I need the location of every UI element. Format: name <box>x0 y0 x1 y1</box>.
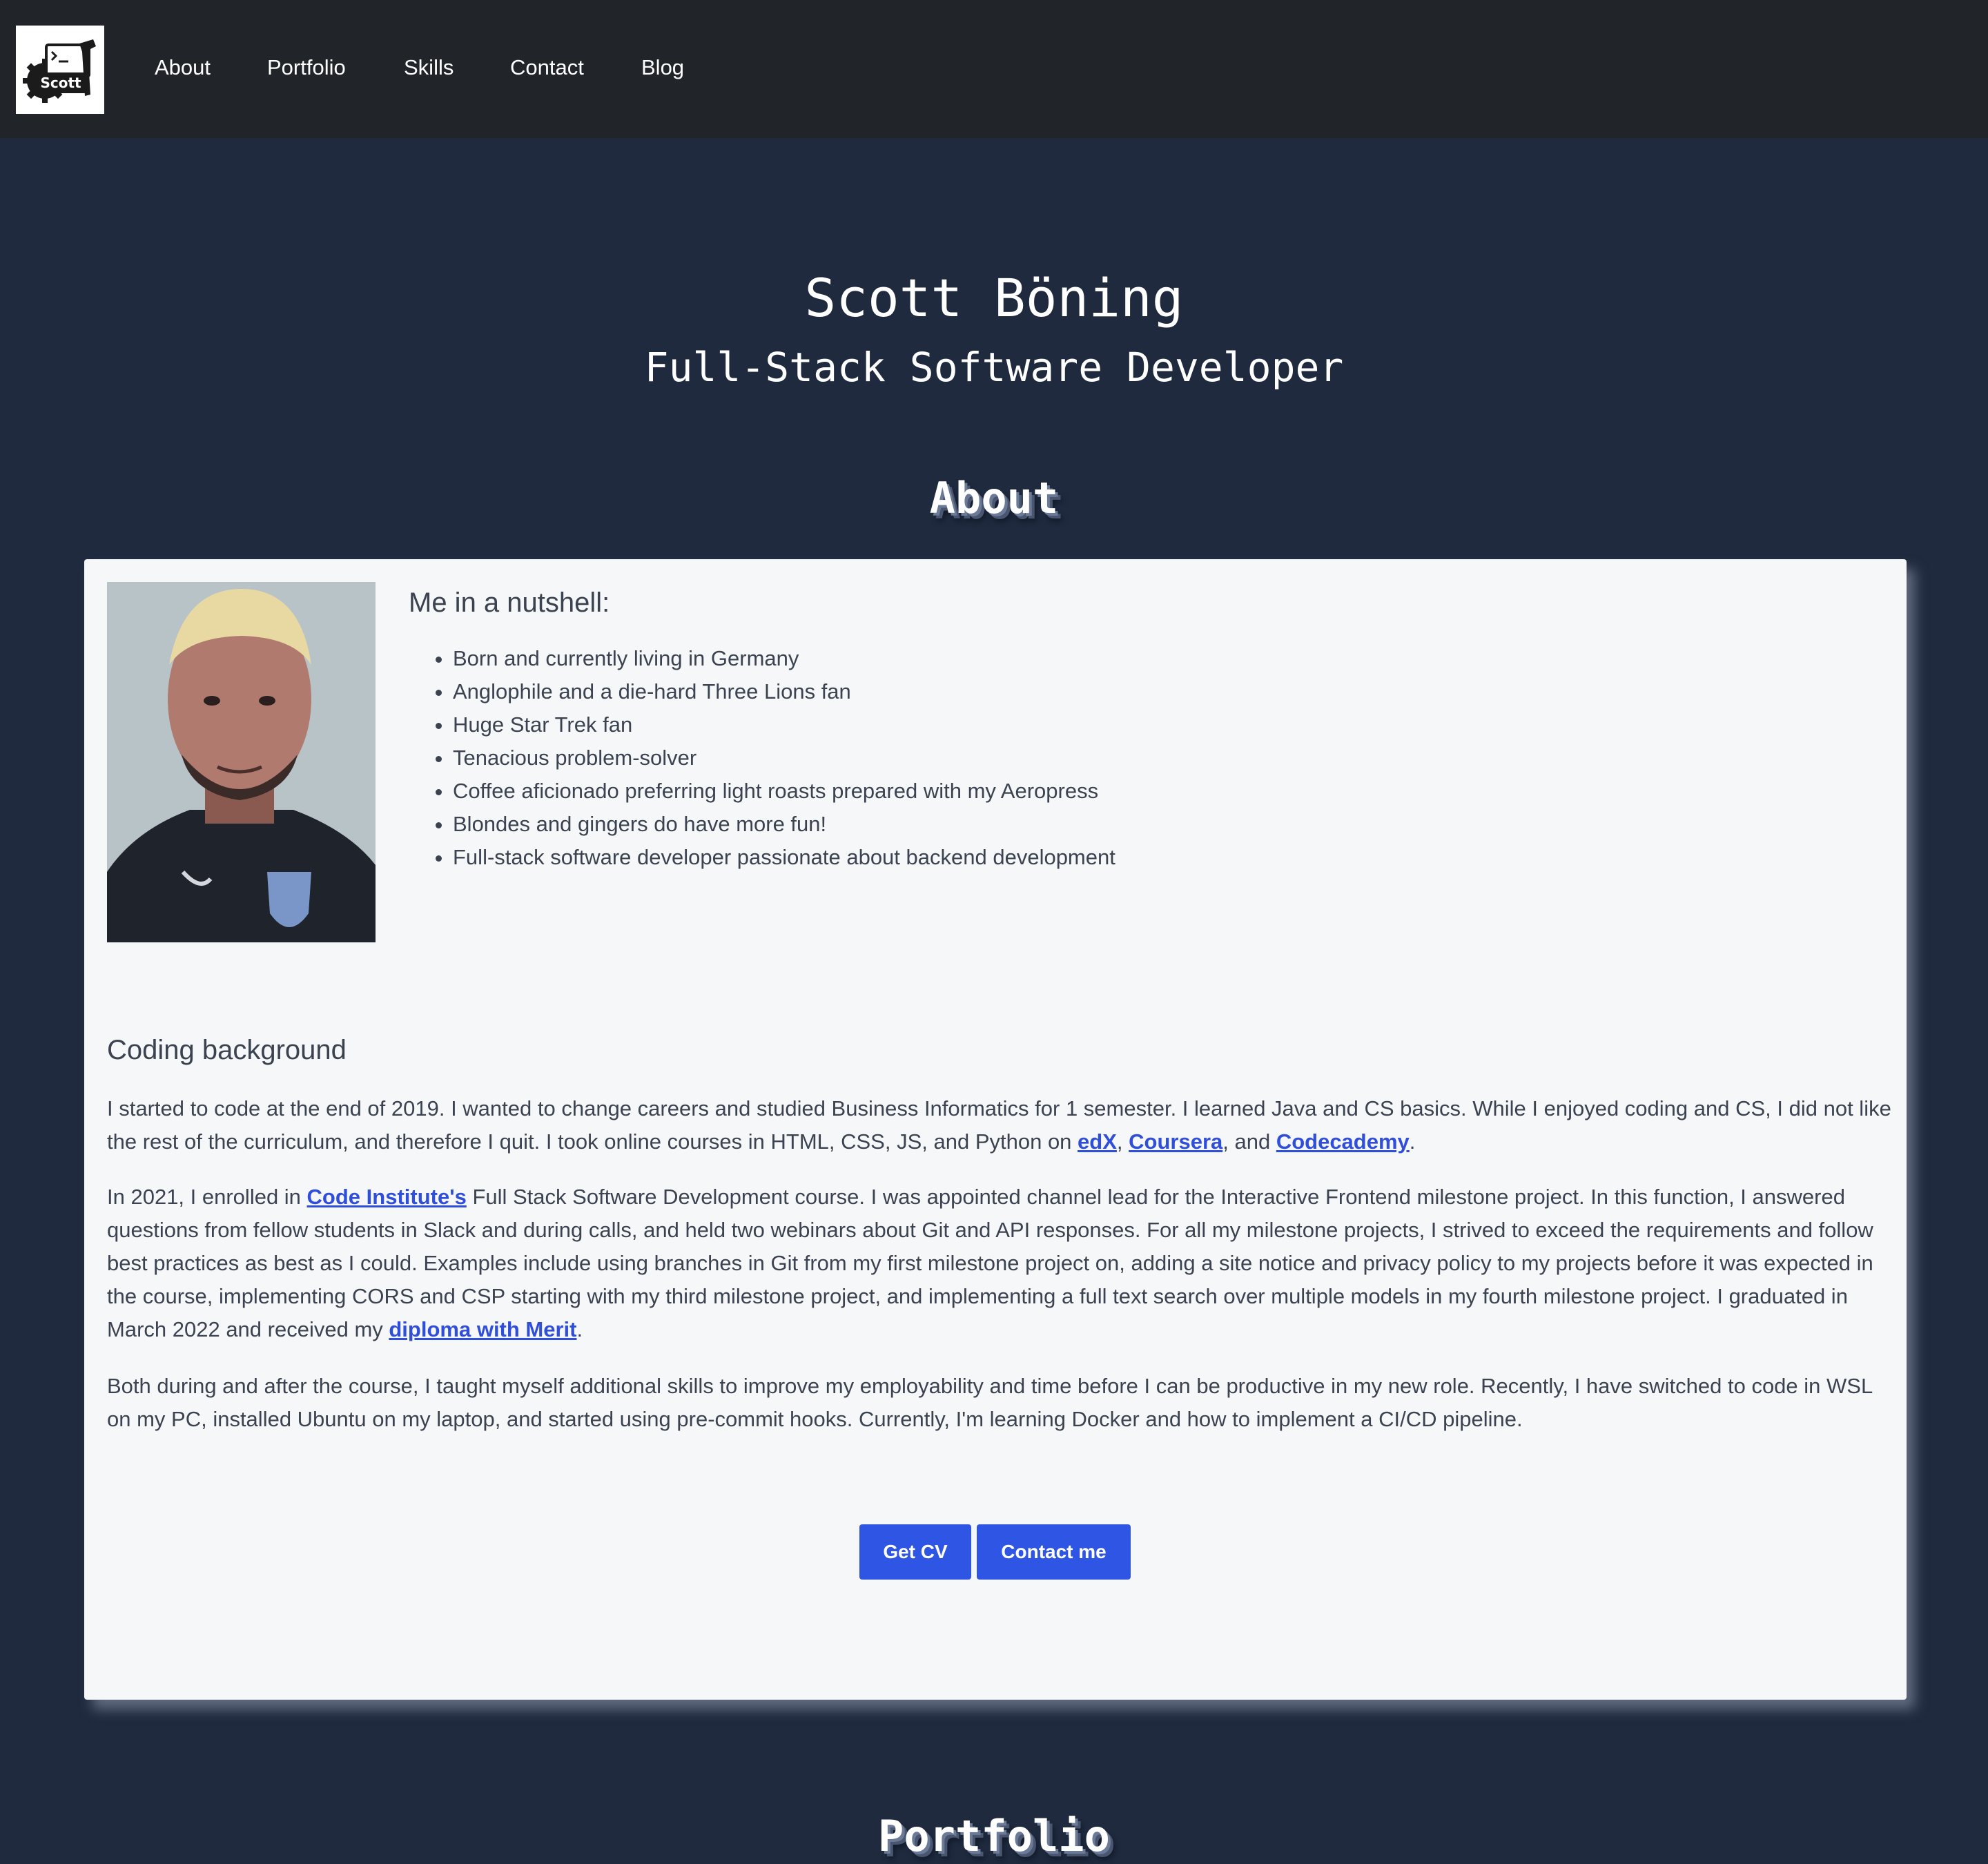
diploma-link[interactable]: diploma with Merit <box>389 1317 576 1341</box>
nutshell-heading: Me in a nutshell: <box>409 588 610 618</box>
navbar: Scott About Portfolio Skills Contact Blo… <box>0 0 1988 138</box>
paragraph-text: In 2021, I enrolled in <box>107 1185 307 1209</box>
coding-background-heading: Coding background <box>107 1035 347 1065</box>
coding-paragraph-3: Both during and after the course, I taug… <box>107 1374 1873 1431</box>
edx-link[interactable]: edX <box>1078 1129 1117 1154</box>
codecademy-link[interactable]: Codecademy <box>1276 1129 1410 1154</box>
coursera-link[interactable]: Coursera <box>1129 1129 1222 1154</box>
profile-photo-image <box>107 582 376 942</box>
nutshell-list: Born and currently living in Germany Ang… <box>409 642 1115 874</box>
coding-paragraph-2: In 2021, I enrolled in Code Institute's … <box>107 1181 1902 1346</box>
logo[interactable]: Scott <box>16 26 104 114</box>
paragraph-end: . <box>1409 1129 1416 1154</box>
svg-text:Scott: Scott <box>40 75 81 91</box>
nav-link-contact[interactable]: Contact <box>510 54 584 81</box>
about-section-title: About <box>929 473 1059 523</box>
list-item: Anglophile and a die-hard Three Lions fa… <box>453 675 1115 708</box>
separator-text: , and <box>1222 1129 1276 1154</box>
paragraph-text: I started to code at the end of 2019. I … <box>107 1096 1891 1154</box>
list-item: Blondes and gingers do have more fun! <box>453 808 1115 841</box>
nav-link-about[interactable]: About <box>155 54 211 81</box>
separator-text: , <box>1116 1129 1129 1154</box>
about-card: Me in a nutshell: Born and currently liv… <box>84 559 1907 1700</box>
code-institute-link[interactable]: Code Institute's <box>307 1185 467 1209</box>
nav-link-skills[interactable]: Skills <box>404 54 454 81</box>
profile-photo <box>107 582 376 942</box>
list-item: Tenacious problem-solver <box>453 741 1115 775</box>
list-item: Huge Star Trek fan <box>453 708 1115 741</box>
nav-link-blog[interactable]: Blog <box>641 54 684 81</box>
hero-role: Full-Stack Software Developer <box>644 344 1344 391</box>
coding-paragraph-1: I started to code at the end of 2019. I … <box>107 1092 1902 1158</box>
logo-icon: Scott <box>16 26 104 114</box>
contact-me-button[interactable]: Contact me <box>977 1524 1131 1580</box>
list-item: Born and currently living in Germany <box>453 642 1115 675</box>
get-cv-button[interactable]: Get CV <box>859 1524 971 1580</box>
list-item: Coffee aficionado preferring light roast… <box>453 775 1115 808</box>
nav-link-portfolio[interactable]: Portfolio <box>267 54 346 81</box>
list-item: Full-stack software developer passionate… <box>453 841 1115 874</box>
paragraph-end: . <box>576 1317 583 1341</box>
portfolio-section-title: Portfolio <box>878 1811 1110 1861</box>
hero-name: Scott Böning <box>804 267 1184 329</box>
